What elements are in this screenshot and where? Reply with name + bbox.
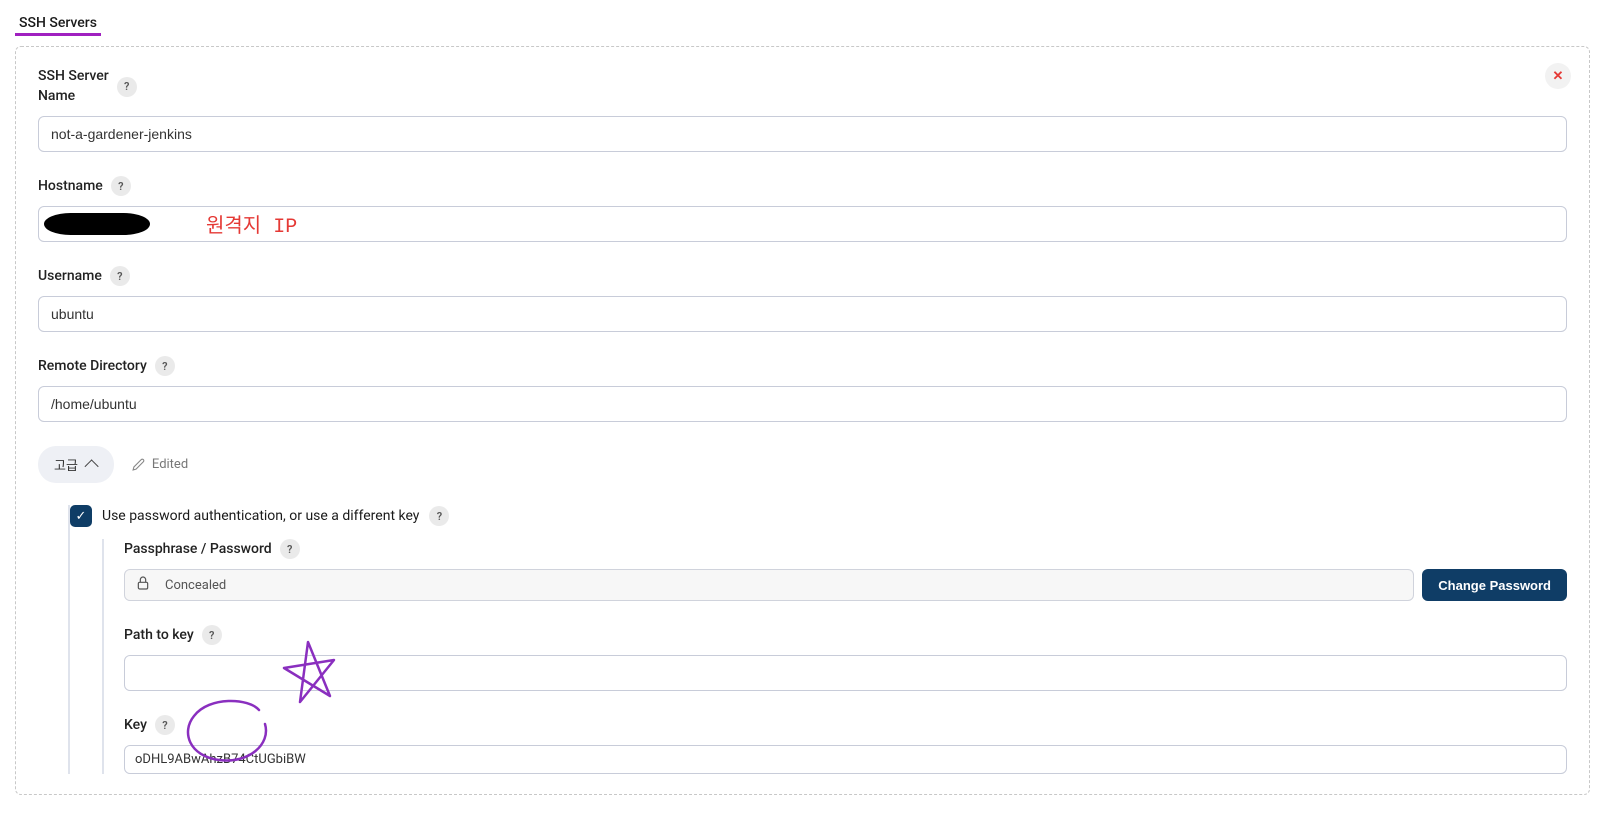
help-icon[interactable]: ? [202, 625, 222, 645]
advanced-label: 고급 [54, 455, 78, 474]
help-icon[interactable]: ? [429, 506, 449, 526]
remotedir-label: Remote Directory [38, 358, 147, 374]
username-label: Username [38, 268, 102, 284]
auth-checkbox[interactable]: ✓ [70, 505, 92, 527]
redaction-mark [44, 213, 150, 235]
help-icon[interactable]: ? [117, 77, 137, 97]
help-icon[interactable]: ? [280, 539, 300, 559]
pathkey-label-row: Path to key ? [124, 625, 1567, 645]
edited-label: Edited [152, 457, 188, 472]
help-icon[interactable]: ? [111, 176, 131, 196]
hostname-input[interactable] [38, 206, 1567, 242]
edited-indicator: Edited [132, 457, 188, 472]
passphrase-concealed-input: Concealed [124, 569, 1414, 601]
name-input[interactable] [38, 116, 1567, 152]
remotedir-input[interactable] [38, 386, 1567, 422]
advanced-row: 고급 Edited [38, 446, 1567, 483]
username-input[interactable] [38, 296, 1567, 332]
passphrase-label-row: Passphrase / Password ? [124, 539, 1567, 559]
pathkey-label: Path to key [124, 627, 194, 643]
field-group-passphrase: Passphrase / Password ? Concealed Chan [124, 539, 1567, 601]
field-group-key: Key ? oDHL9ABwAhzB74CtUGbiBW [124, 715, 1567, 774]
ssh-server-panel: ✕ SSH ServerName ? Hostname ? 원격지 IP Use… [15, 46, 1590, 795]
key-label-row: Key ? [124, 715, 1567, 735]
remove-server-button[interactable]: ✕ [1545, 63, 1571, 89]
help-icon[interactable]: ? [155, 715, 175, 735]
key-label: Key [124, 717, 147, 733]
help-icon[interactable]: ? [110, 266, 130, 286]
field-group-name: SSH ServerName ? [38, 67, 1567, 152]
username-label-row: Username ? [38, 266, 1567, 286]
change-password-button[interactable]: Change Password [1422, 569, 1567, 601]
field-group-username: Username ? [38, 266, 1567, 332]
name-label-row: SSH ServerName ? [38, 67, 1567, 106]
remotedir-label-row: Remote Directory ? [38, 356, 1567, 376]
pathkey-input[interactable] [124, 655, 1567, 691]
lock-icon [135, 575, 151, 595]
hostname-label-row: Hostname ? [38, 176, 1567, 196]
field-group-remotedir: Remote Directory ? [38, 356, 1567, 422]
concealed-text: Concealed [165, 578, 226, 593]
field-group-hostname: Hostname ? 원격지 IP [38, 176, 1567, 242]
chevron-up-icon [84, 459, 98, 473]
field-group-pathkey: Path to key ? [124, 625, 1567, 691]
auth-checkbox-label: Use password authentication, or use a di… [102, 508, 419, 524]
auth-subsection: ✓ Use password authentication, or use a … [68, 505, 1567, 774]
pencil-icon [132, 458, 145, 471]
help-icon[interactable]: ? [155, 356, 175, 376]
name-label: SSH ServerName [38, 67, 109, 106]
passphrase-label: Passphrase / Password [124, 541, 272, 557]
hostname-label: Hostname [38, 178, 103, 194]
check-icon: ✓ [76, 509, 87, 524]
section-title: SSH Servers [15, 15, 101, 36]
close-icon: ✕ [1553, 69, 1564, 84]
advanced-toggle-button[interactable]: 고급 [38, 446, 114, 483]
key-textarea[interactable]: oDHL9ABwAhzB74CtUGbiBW [124, 745, 1567, 774]
